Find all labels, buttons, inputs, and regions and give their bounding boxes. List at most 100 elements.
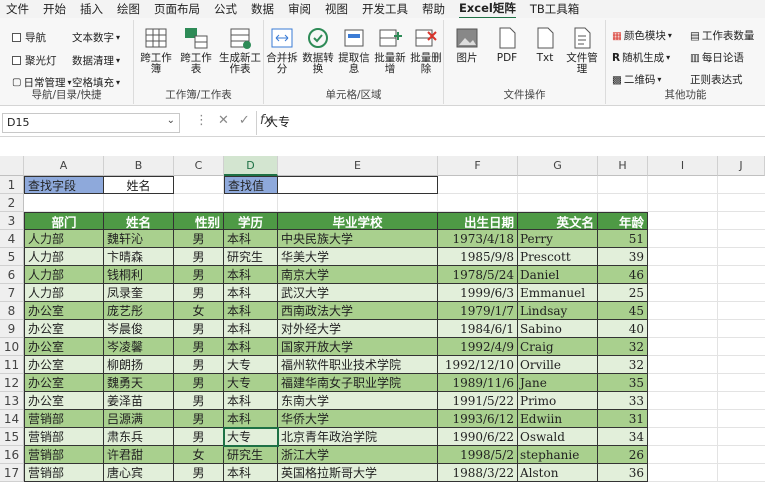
row-header[interactable]: 11	[0, 356, 24, 374]
table-cell[interactable]: 本科	[224, 230, 278, 248]
menu-tab[interactable]: 插入	[80, 1, 103, 17]
text-number-button[interactable]: 文本数字 ▾	[72, 30, 120, 45]
table-cell[interactable]: 魏勇天	[104, 374, 174, 392]
table-cell[interactable]: 本科	[224, 266, 278, 284]
data-clean-button[interactable]: 数据清理 ▾	[72, 53, 120, 68]
table-cell[interactable]: 营销部	[24, 428, 104, 446]
table-cell[interactable]: Primo	[518, 392, 598, 410]
row-header[interactable]: 1	[0, 176, 24, 194]
table-cell[interactable]: 办公室	[24, 356, 104, 374]
row-header[interactable]: 3	[0, 212, 24, 230]
row-header[interactable]: 12	[0, 374, 24, 392]
table-cell[interactable]: 中央民族大学	[278, 230, 438, 248]
table-cell[interactable]: 营销部	[24, 446, 104, 464]
cross-sheet-button[interactable]: 跨工作表	[176, 26, 216, 75]
new-sheet-button[interactable]: 生成新工作表	[218, 26, 262, 75]
table-cell[interactable]: 岑凌馨	[104, 338, 174, 356]
menu-tab[interactable]: 文件	[6, 1, 29, 17]
table-cell[interactable]: 1984/6/1	[438, 320, 518, 338]
column-header-i[interactable]: I	[648, 156, 718, 176]
column-header-c[interactable]: C	[174, 156, 224, 176]
table-cell[interactable]: 31	[598, 410, 648, 428]
random-gen-button[interactable]: R 随机生成 ▾	[612, 50, 670, 65]
qrcode-button[interactable]: ▩ 二维码 ▾	[612, 72, 661, 87]
menu-tab[interactable]: 开发工具	[362, 1, 408, 17]
row-header[interactable]: 9	[0, 320, 24, 338]
table-cell[interactable]: Perry	[518, 230, 598, 248]
row-header[interactable]: 16	[0, 446, 24, 464]
table-cell[interactable]: 大专	[224, 428, 278, 446]
table-cell[interactable]: 男	[174, 410, 224, 428]
nav-button[interactable]: 导航	[12, 30, 46, 45]
name-box[interactable]: D15 ⌄	[2, 113, 180, 133]
table-cell[interactable]: 卞晴森	[104, 248, 174, 266]
table-cell[interactable]: 国家开放大学	[278, 338, 438, 356]
column-header-h[interactable]: H	[598, 156, 648, 176]
table-cell[interactable]: 浙江大学	[278, 446, 438, 464]
daily-lunyu-button[interactable]: ▥ 每日论语	[690, 50, 744, 65]
menu-tab[interactable]: Excel矩阵	[459, 0, 516, 19]
table-cell[interactable]: 研究生	[224, 446, 278, 464]
row-header[interactable]: 5	[0, 248, 24, 266]
table-cell[interactable]: 钱桐利	[104, 266, 174, 284]
table-cell[interactable]: 34	[598, 428, 648, 446]
table-cell[interactable]: Prescott	[518, 248, 598, 266]
table-cell[interactable]: 办公室	[24, 302, 104, 320]
txt-button[interactable]: Txt	[526, 26, 564, 64]
table-cell[interactable]: 人力部	[24, 230, 104, 248]
table-cell[interactable]: 33	[598, 392, 648, 410]
row-header[interactable]: 2	[0, 194, 24, 212]
table-cell[interactable]: 唐心宾	[104, 464, 174, 482]
table-cell[interactable]: Craig	[518, 338, 598, 356]
table-cell[interactable]: 1993/6/12	[438, 410, 518, 428]
table-cell[interactable]: Emmanuel	[518, 284, 598, 302]
cross-workbook-button[interactable]: 跨工作簿	[136, 26, 176, 75]
menu-tab[interactable]: 帮助	[422, 1, 445, 17]
menu-tab[interactable]: 审阅	[288, 1, 311, 17]
table-cell[interactable]: 本科	[224, 392, 278, 410]
menu-tab[interactable]: 公式	[214, 1, 237, 17]
table-cell[interactable]: Oswald	[518, 428, 598, 446]
table-cell[interactable]: 男	[174, 374, 224, 392]
table-cell[interactable]: Lindsay	[518, 302, 598, 320]
row-header[interactable]: 13	[0, 392, 24, 410]
table-cell[interactable]: 1988/3/22	[438, 464, 518, 482]
select-all-corner[interactable]	[0, 156, 24, 176]
extract-info-button[interactable]: 提取信息	[336, 26, 372, 75]
row-header[interactable]: 4	[0, 230, 24, 248]
search-field-value[interactable]: 姓名	[104, 176, 174, 194]
table-cell[interactable]: 英国格拉斯哥大学	[278, 464, 438, 482]
table-cell[interactable]: 1985/9/8	[438, 248, 518, 266]
column-header-b[interactable]: B	[104, 156, 174, 176]
table-cell[interactable]: 1991/5/22	[438, 392, 518, 410]
table-cell[interactable]: 40	[598, 320, 648, 338]
menu-tab[interactable]: 数据	[251, 1, 274, 17]
column-header-a[interactable]: A	[24, 156, 104, 176]
table-cell[interactable]: 华侨大学	[278, 410, 438, 428]
table-cell[interactable]: 本科	[224, 338, 278, 356]
table-cell[interactable]: 1990/6/22	[438, 428, 518, 446]
table-cell[interactable]: 人力部	[24, 248, 104, 266]
regex-button[interactable]: 正则表达式	[690, 72, 743, 87]
table-cell[interactable]: 男	[174, 284, 224, 302]
table-cell[interactable]: 51	[598, 230, 648, 248]
table-cell[interactable]: 男	[174, 248, 224, 266]
table-cell[interactable]: 46	[598, 266, 648, 284]
table-cell[interactable]: 柳朗扬	[104, 356, 174, 374]
search-value-input[interactable]	[278, 176, 438, 194]
table-cell[interactable]: 男	[174, 356, 224, 374]
table-cell[interactable]: Orville	[518, 356, 598, 374]
menu-tab[interactable]: TB工具箱	[530, 1, 579, 17]
table-cell[interactable]: 39	[598, 248, 648, 266]
table-cell[interactable]: 本科	[224, 464, 278, 482]
table-cell[interactable]: 男	[174, 392, 224, 410]
table-cell[interactable]: 男	[174, 230, 224, 248]
row-header[interactable]: 7	[0, 284, 24, 302]
table-cell[interactable]: 魏轩沁	[104, 230, 174, 248]
batch-add-button[interactable]: 批量新增	[372, 26, 408, 75]
menu-tab[interactable]: 绘图	[117, 1, 140, 17]
table-cell[interactable]: 1992/4/9	[438, 338, 518, 356]
table-cell[interactable]: 32	[598, 338, 648, 356]
file-manage-button[interactable]: 文件管理	[562, 26, 602, 75]
table-cell[interactable]: 营销部	[24, 410, 104, 428]
